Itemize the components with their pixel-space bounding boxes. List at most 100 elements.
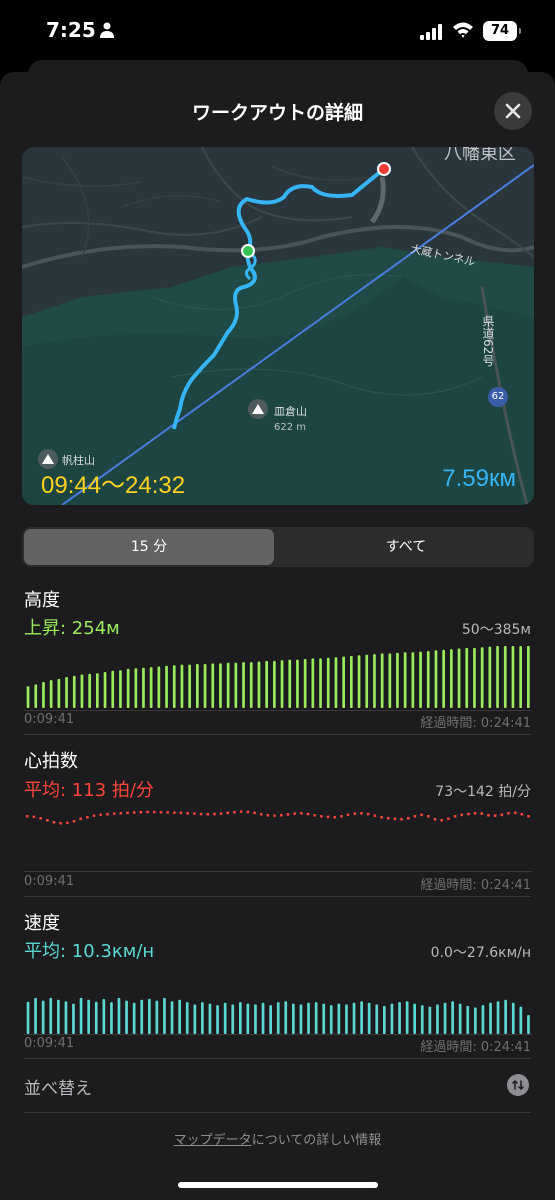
heart-rate-point	[514, 811, 517, 815]
heart-rate-title: 心拍数	[24, 751, 78, 772]
battery-indicator: 74	[483, 21, 521, 41]
heart-rate-point	[146, 810, 149, 814]
speed-bar	[208, 1003, 212, 1034]
altitude-bar	[527, 646, 530, 708]
altitude-bar	[403, 652, 407, 708]
speed-bar	[443, 1002, 447, 1034]
heart-rate-point	[366, 812, 370, 816]
heart-rate-point	[206, 813, 209, 816]
speed-axis-start: 0:09:41	[24, 1036, 75, 1051]
heart-rate-point	[32, 815, 36, 819]
heart-rate-point	[260, 813, 263, 816]
altitude-bar	[134, 668, 138, 708]
heart-rate-point	[507, 812, 510, 815]
speed-bar	[367, 1002, 371, 1034]
heart-rate-point	[453, 815, 457, 818]
speed-bar	[246, 1003, 250, 1034]
altitude-bar	[396, 652, 399, 708]
altitude-bar	[442, 649, 445, 708]
speed-bar	[125, 1000, 128, 1034]
altitude-bar	[57, 678, 61, 708]
sort-label[interactable]: 並べ替え	[24, 1074, 92, 1099]
heart-rate-point	[186, 812, 189, 815]
speed-bar	[110, 1002, 113, 1034]
altitude-bar	[496, 646, 499, 708]
speed-bar	[239, 1002, 242, 1034]
altitude-bar	[280, 660, 284, 708]
workout-distance: 7.59км	[442, 465, 516, 492]
altitude-baseline	[24, 710, 532, 711]
route-map[interactable]: 八幡東区 大蔵トンネル 県道62号 62 皿倉山 622 m 帆柱山 09:44…	[22, 147, 534, 505]
altitude-bar	[388, 653, 392, 708]
heart-rate-point	[266, 814, 270, 817]
speed-average: 平均: 10.3км/н	[24, 941, 155, 962]
speed-bar	[420, 1005, 424, 1034]
speed-bar	[276, 1002, 280, 1034]
map-data-link-text[interactable]: マップデータ	[174, 1133, 252, 1148]
speed-bar	[383, 1005, 386, 1034]
speed-bar	[413, 1003, 416, 1034]
heart-rate-point	[527, 815, 530, 818]
wifi-icon	[453, 22, 473, 38]
altitude-bar	[503, 646, 507, 708]
altitude-bar	[357, 655, 361, 708]
speed-bar	[405, 1001, 409, 1034]
speed-bar	[201, 1002, 204, 1034]
heart-rate-point	[173, 811, 176, 814]
speed-bar	[481, 1005, 485, 1034]
heart-rate-point	[133, 811, 136, 814]
section-divider	[24, 896, 531, 897]
sort-icon[interactable]	[507, 1074, 529, 1096]
heart-rate-point	[473, 812, 477, 815]
speed-bar	[132, 1002, 136, 1034]
status-bar: 7:25 74	[0, 0, 555, 62]
heart-rate-point	[380, 816, 383, 819]
person-icon	[100, 22, 114, 38]
heart-rate-point	[126, 811, 129, 815]
heart-rate-point	[280, 814, 283, 817]
heart-rate-point	[387, 817, 390, 820]
heart-rate-point	[193, 812, 196, 815]
altitude-bar	[257, 661, 261, 708]
heart-rate-point	[226, 811, 229, 815]
altitude-bar	[88, 673, 91, 708]
altitude-bar	[226, 662, 230, 708]
altitude-bar	[426, 651, 430, 708]
heart-rate-point	[400, 818, 403, 821]
altitude-bar	[288, 659, 292, 708]
heart-rate-point	[447, 817, 450, 821]
heart-rate-point	[353, 812, 356, 815]
close-button[interactable]	[494, 92, 532, 130]
speed-bar	[466, 1005, 470, 1034]
heart-rate-point	[66, 821, 69, 825]
altitude-bar	[273, 660, 276, 708]
speed-bar	[178, 999, 181, 1034]
altitude-axis-end: 経過時間: 0:24:41	[420, 716, 531, 731]
altitude-bar	[96, 673, 99, 708]
altitude-bar	[42, 682, 45, 708]
segment-15min[interactable]: 15 分	[24, 529, 274, 565]
speed-baseline	[24, 1034, 532, 1035]
heart-rate-point	[420, 813, 423, 817]
route-62-badge: 62	[488, 387, 508, 407]
heart-rate-point	[79, 817, 82, 821]
altitude-bar	[242, 662, 245, 708]
altitude-bar	[303, 659, 307, 708]
altitude-bar	[319, 658, 322, 708]
segment-all[interactable]: すべて	[280, 529, 532, 565]
altitude-gain: 上昇: 254м	[24, 618, 120, 639]
heart-rate-point	[159, 811, 163, 814]
speed-bar	[519, 1006, 523, 1034]
heart-rate-point	[480, 812, 483, 815]
speed-bar	[375, 1004, 379, 1034]
altitude-bar	[373, 654, 376, 708]
speed-bar	[87, 999, 90, 1034]
map-data-info-link[interactable]: マップデータについての詳しい情報	[0, 1129, 555, 1148]
altitude-bar	[103, 672, 107, 708]
peak-sarakura-label: 皿倉山	[274, 405, 307, 418]
time-range-segmented-control: 15 分 すべて	[22, 527, 534, 567]
heart-rate-point	[52, 821, 56, 824]
close-icon	[505, 103, 521, 119]
speed-bar	[94, 1001, 98, 1034]
heart-rate-point	[72, 820, 76, 823]
